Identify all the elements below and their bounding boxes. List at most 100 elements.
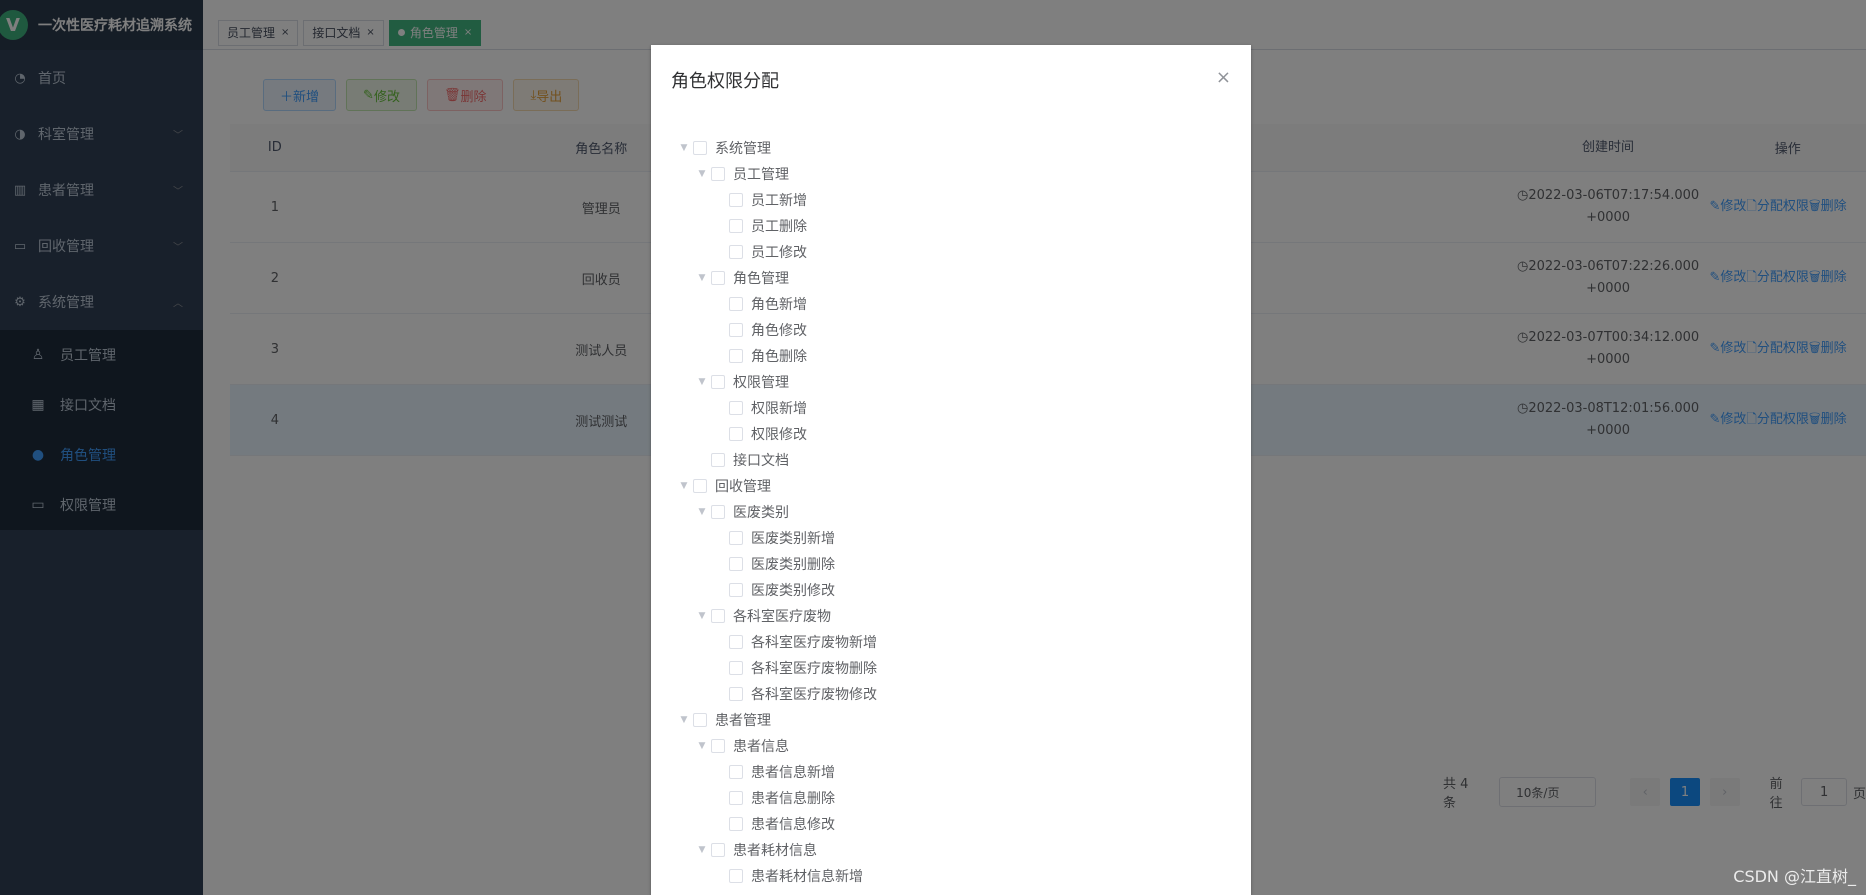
tree-checkbox[interactable] [729, 531, 743, 545]
tree-checkbox[interactable] [729, 869, 743, 883]
tree-node-label: 患者管理 [715, 713, 771, 729]
tree-node-label: 患者信息删除 [751, 791, 835, 807]
watermark: CSDN @江直树_ [1733, 867, 1856, 886]
tree-checkbox[interactable] [711, 375, 725, 389]
tree-node[interactable]: ▼ 权限管理 [675, 369, 1231, 395]
tree-node-label: 医废类别修改 [751, 583, 835, 599]
tree-node[interactable]: 各科室医疗废物删除 [675, 655, 1231, 681]
tree-checkbox[interactable] [729, 193, 743, 207]
tree-checkbox[interactable] [729, 583, 743, 597]
tree-checkbox[interactable] [693, 479, 707, 493]
caret-down-icon[interactable]: ▼ [693, 273, 711, 283]
tree-checkbox[interactable] [711, 739, 725, 753]
tree-node[interactable]: 各科室医疗废物修改 [675, 681, 1231, 707]
tree-node[interactable]: 患者信息修改 [675, 811, 1231, 837]
tree-node-label: 权限管理 [733, 375, 789, 391]
caret-down-icon[interactable]: ▼ [675, 715, 693, 725]
tree-checkbox[interactable] [729, 661, 743, 675]
tree-node-label: 回收管理 [715, 479, 771, 495]
tree-checkbox[interactable] [729, 297, 743, 311]
tree-node-label: 角色修改 [751, 323, 807, 339]
tree-node-label: 患者信息 [733, 739, 789, 755]
tree-checkbox[interactable] [729, 219, 743, 233]
tree-node-label: 医废类别删除 [751, 557, 835, 573]
tree-node[interactable]: 接口文档 [675, 447, 1231, 473]
tree-checkbox[interactable] [729, 635, 743, 649]
tree-checkbox[interactable] [711, 843, 725, 857]
role-permission-dialog: 角色权限分配 × ▼ 系统管理 ▼ 员工管理员工新增员工删除员工修改 ▼ 角色管理角色新增… [651, 45, 1251, 895]
tree-node-label: 患者耗材信息新增 [751, 869, 863, 885]
tree-node[interactable]: 权限新增 [675, 395, 1231, 421]
tree-node-label: 角色删除 [751, 349, 807, 365]
tree-checkbox[interactable] [729, 349, 743, 363]
tree-node-label: 患者信息新增 [751, 765, 835, 781]
tree-node[interactable]: 医废类别新增 [675, 525, 1231, 551]
tree-checkbox[interactable] [711, 505, 725, 519]
tree-node-label: 权限新增 [751, 401, 807, 417]
tree-node-label: 医废类别 [733, 505, 789, 521]
tree-checkbox[interactable] [729, 817, 743, 831]
caret-down-icon[interactable]: ▼ [693, 845, 711, 855]
dialog-title: 角色权限分配 [671, 71, 779, 92]
tree-node-label: 角色管理 [733, 271, 789, 287]
tree-node[interactable]: ▼ 系统管理 [675, 135, 1231, 161]
tree-node[interactable]: 各科室医疗废物新增 [675, 629, 1231, 655]
tree-node-label: 员工删除 [751, 219, 807, 235]
tree-node[interactable]: 患者信息新增 [675, 759, 1231, 785]
tree-node[interactable]: ▼ 患者耗材信息 [675, 837, 1231, 863]
tree-node-label: 系统管理 [715, 141, 771, 157]
tree-node-label: 各科室医疗废物新增 [751, 635, 877, 651]
tree-node[interactable]: ▼ 患者管理 [675, 707, 1231, 733]
tree-checkbox[interactable] [729, 323, 743, 337]
tree-node[interactable]: 员工修改 [675, 239, 1231, 265]
tree-node-label: 患者耗材信息 [733, 843, 817, 859]
tree-node[interactable]: 医废类别删除 [675, 551, 1231, 577]
tree-node[interactable]: 员工删除 [675, 213, 1231, 239]
tree-checkbox[interactable] [711, 453, 725, 467]
tree-checkbox[interactable] [729, 427, 743, 441]
tree-checkbox[interactable] [711, 609, 725, 623]
tree-node-label: 接口文档 [733, 453, 789, 469]
tree-node[interactable]: ▼ 员工管理 [675, 161, 1231, 187]
tree-checkbox[interactable] [729, 557, 743, 571]
tree-checkbox[interactable] [729, 401, 743, 415]
caret-down-icon[interactable]: ▼ [693, 169, 711, 179]
tree-node[interactable]: 角色删除 [675, 343, 1231, 369]
tree-node[interactable]: ▼ 医废类别 [675, 499, 1231, 525]
tree-checkbox[interactable] [729, 765, 743, 779]
caret-down-icon[interactable]: ▼ [693, 377, 711, 387]
caret-down-icon[interactable]: ▼ [675, 481, 693, 491]
tree-node[interactable]: 医废类别修改 [675, 577, 1231, 603]
tree-node[interactable]: ▼ 角色管理 [675, 265, 1231, 291]
tree-checkbox[interactable] [711, 271, 725, 285]
tree-checkbox[interactable] [729, 791, 743, 805]
tree-checkbox[interactable] [693, 713, 707, 727]
tree-node-label: 各科室医疗废物修改 [751, 687, 877, 703]
caret-down-icon[interactable]: ▼ [693, 611, 711, 621]
tree-node-label: 各科室医疗废物 [733, 609, 831, 625]
tree-checkbox[interactable] [711, 167, 725, 181]
tree-node-label: 患者信息修改 [751, 817, 835, 833]
tree-node-label: 员工新增 [751, 193, 807, 209]
tree-node[interactable]: 患者耗材信息新增 [675, 863, 1231, 889]
tree-node[interactable]: 患者信息删除 [675, 785, 1231, 811]
tree-node[interactable]: ▼ 患者信息 [675, 733, 1231, 759]
caret-down-icon[interactable]: ▼ [693, 741, 711, 751]
tree-checkbox[interactable] [729, 687, 743, 701]
tree-node-label: 员工管理 [733, 167, 789, 183]
tree-checkbox[interactable] [693, 141, 707, 155]
tree-node[interactable]: 员工新增 [675, 187, 1231, 213]
tree-node[interactable]: 角色新增 [675, 291, 1231, 317]
tree-node-label: 权限修改 [751, 427, 807, 443]
close-icon[interactable]: × [1216, 67, 1231, 88]
tree-node[interactable]: ▼ 各科室医疗废物 [675, 603, 1231, 629]
tree-node[interactable]: 权限修改 [675, 421, 1231, 447]
caret-down-icon[interactable]: ▼ [693, 507, 711, 517]
tree-checkbox[interactable] [729, 245, 743, 259]
tree-node[interactable]: ▼ 回收管理 [675, 473, 1231, 499]
caret-down-icon[interactable]: ▼ [675, 143, 693, 153]
tree-node-label: 医废类别新增 [751, 531, 835, 547]
tree-node-label: 员工修改 [751, 245, 807, 261]
tree-node[interactable]: 角色修改 [675, 317, 1231, 343]
tree-node-label: 角色新增 [751, 297, 807, 313]
